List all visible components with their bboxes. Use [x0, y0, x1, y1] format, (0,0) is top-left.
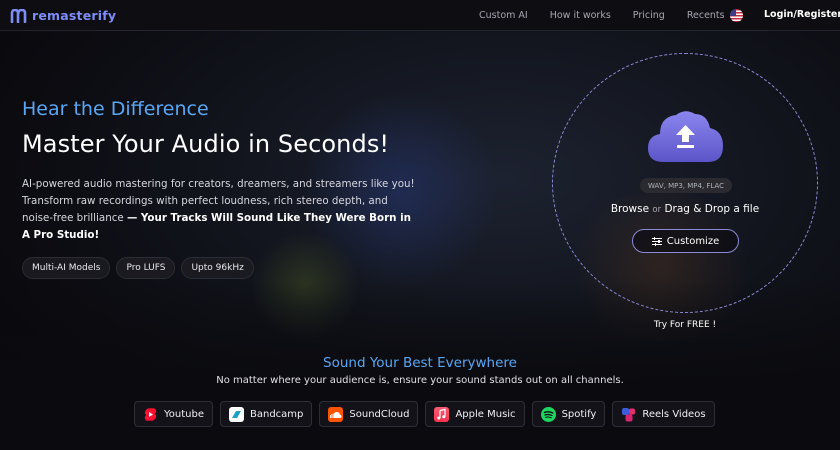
section-subtitle: No matter where your audience is, ensure…: [216, 375, 624, 386]
top-nav-bar: remasterify Custom AI How it works Prici…: [0, 0, 840, 31]
hero-headline: Master Your Audio in Seconds!: [22, 130, 390, 158]
spotify-icon: [540, 406, 556, 422]
feature-pills: Multi-AI Models Pro LUFS Upto 96kHz: [22, 257, 254, 279]
or-label: or: [652, 205, 662, 215]
platform-youtube[interactable]: Youtube: [134, 401, 213, 427]
feature-pill-96khz: Upto 96kHz: [181, 257, 254, 279]
platform-label: Spotify: [561, 408, 597, 420]
nav-links: Custom AI How it works Pricing Recents: [479, 0, 747, 31]
platform-label: Reels Videos: [642, 408, 706, 420]
soundcloud-icon: [328, 406, 344, 422]
reels-icon: [621, 407, 636, 422]
hero-description: AI-powered audio mastering for creators,…: [22, 176, 422, 244]
platform-soundcloud[interactable]: SoundCloud: [319, 401, 419, 427]
youtube-shorts-icon: [143, 407, 158, 422]
try-for-free-label[interactable]: Try For FREE !: [552, 320, 818, 330]
login-register-link[interactable]: Login/Register: [764, 9, 840, 20]
brand-name: remasterify: [32, 7, 117, 23]
supported-formats-badge: WAV, MP3, MP4, FLAC: [640, 178, 732, 193]
logo-icon: [10, 8, 28, 24]
sliders-icon: [651, 236, 662, 246]
platform-bandcamp[interactable]: Bandcamp: [220, 401, 313, 427]
cloud-upload-icon[interactable]: [647, 108, 724, 163]
nav-link-pricing[interactable]: Pricing: [633, 10, 665, 21]
customize-button[interactable]: Customize: [632, 229, 739, 253]
us-flag-icon[interactable]: [730, 9, 743, 22]
platform-label: Youtube: [164, 408, 204, 420]
platform-reels[interactable]: Reels Videos: [612, 401, 715, 427]
platform-label: Bandcamp: [250, 408, 304, 420]
browse-prompt: Browse or Drag & Drop a file: [552, 203, 818, 215]
platform-list: Youtube Bandcamp SoundCloud Apple Music …: [134, 401, 715, 427]
hero-tagline: Hear the Difference: [22, 98, 209, 120]
brand-logo[interactable]: remasterify: [10, 7, 117, 24]
feature-pill-multi-ai: Multi-AI Models: [22, 257, 111, 279]
platform-apple-music[interactable]: Apple Music: [425, 401, 525, 427]
customize-label: Customize: [666, 235, 720, 247]
feature-pill-pro-lufs: Pro LUFS: [116, 257, 176, 279]
nav-link-recents[interactable]: Recents: [687, 10, 725, 21]
bandcamp-icon: [229, 406, 244, 422]
section-title: Sound Your Best Everywhere: [323, 355, 517, 371]
browse-link[interactable]: Browse: [611, 203, 649, 215]
platform-label: Apple Music: [455, 408, 516, 420]
platform-spotify[interactable]: Spotify: [531, 401, 606, 427]
platform-label: SoundCloud: [349, 408, 410, 420]
apple-music-icon: [434, 406, 450, 422]
nav-link-how-it-works[interactable]: How it works: [550, 10, 611, 21]
nav-link-custom-ai[interactable]: Custom AI: [479, 10, 528, 21]
drag-drop-label: Drag & Drop a file: [664, 203, 760, 215]
